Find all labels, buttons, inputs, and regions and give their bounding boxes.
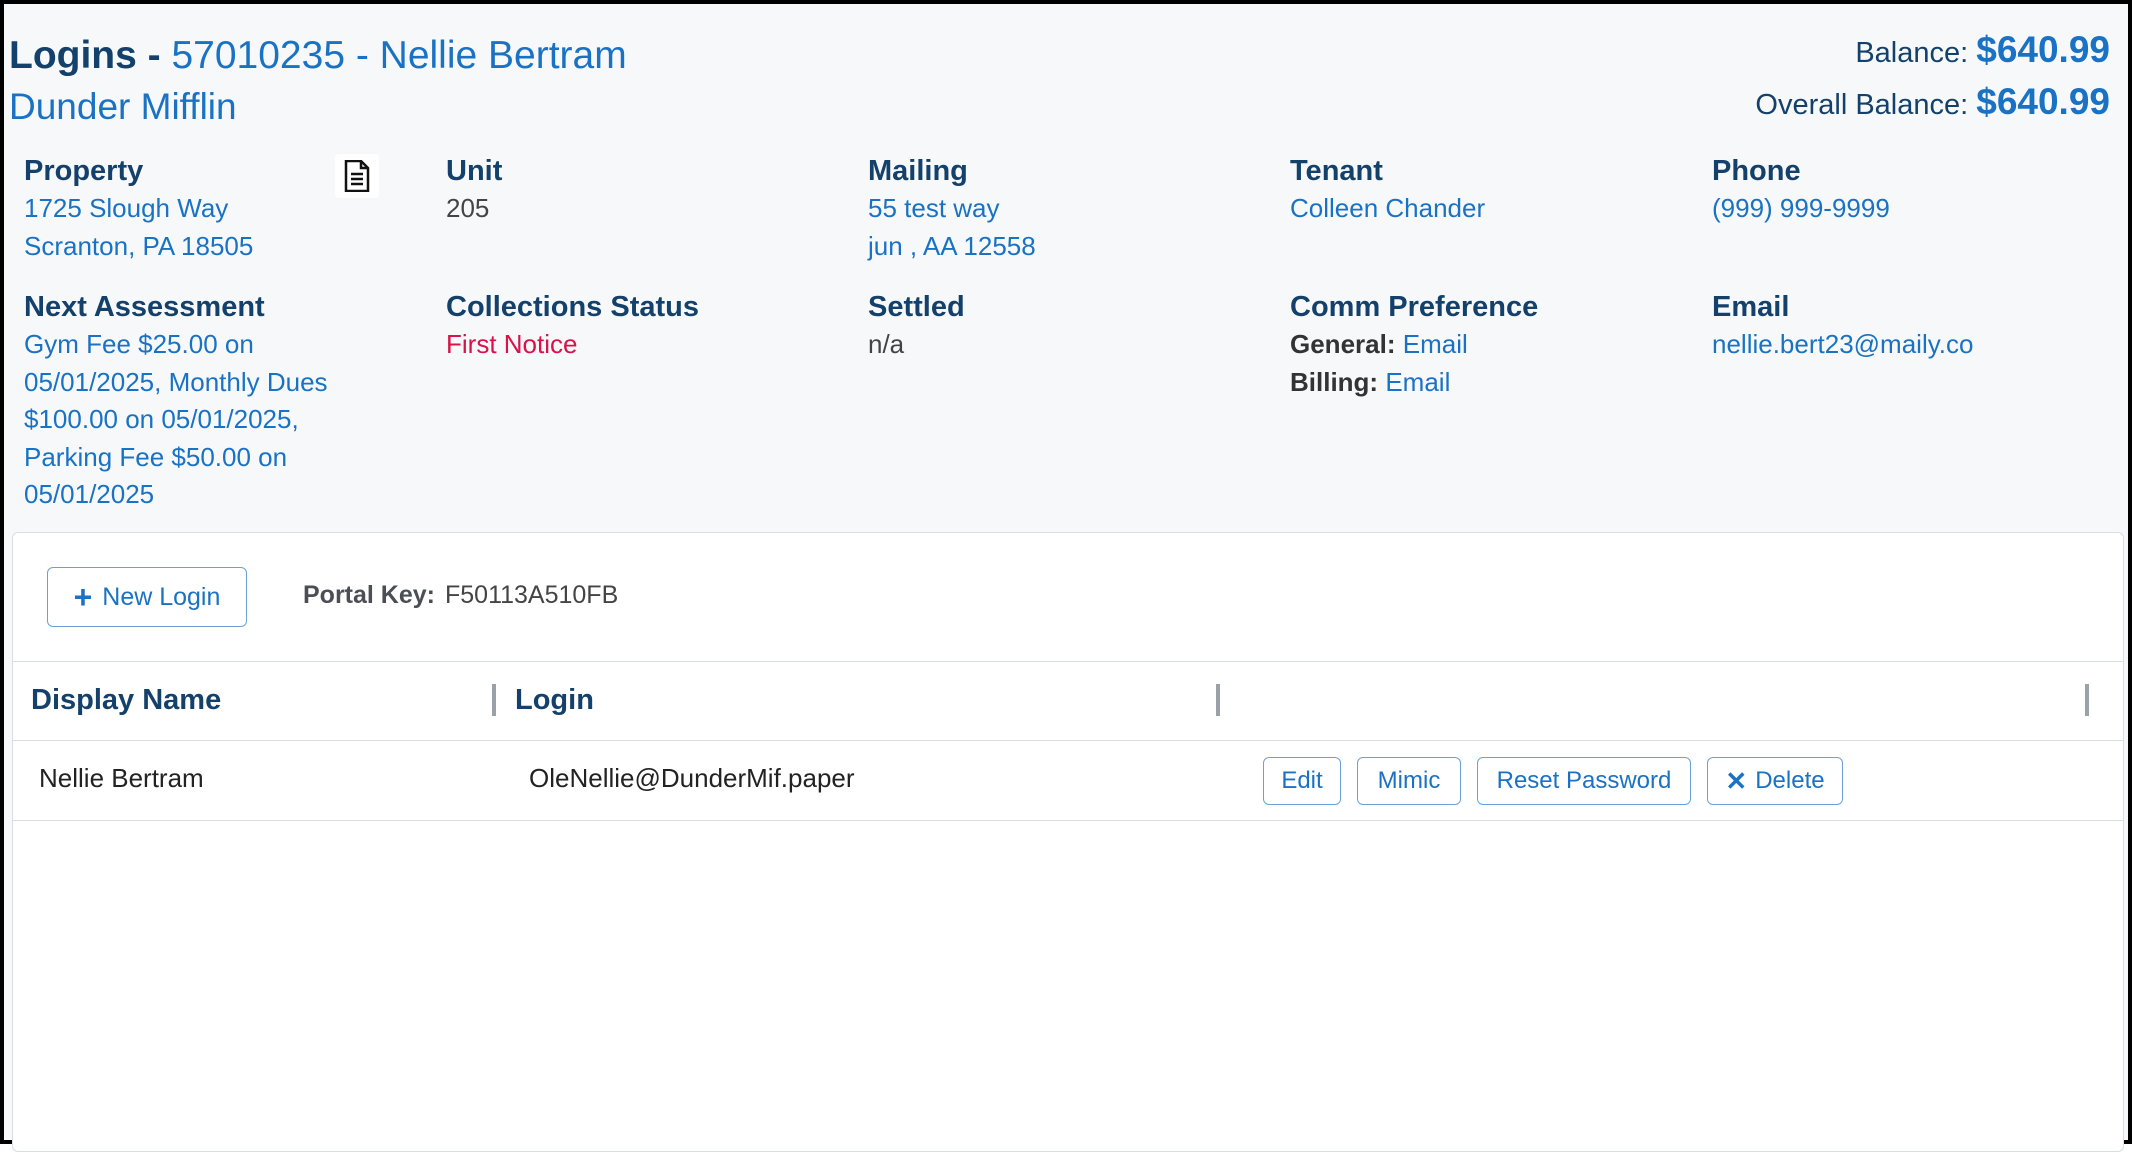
delete-button[interactable]: ✕ Delete: [1707, 757, 1843, 805]
logins-table-header: Display Name Login: [13, 661, 2123, 741]
portal-key-value: F50113A510FB: [444, 581, 619, 609]
delete-button-label: Delete: [1755, 767, 1825, 794]
unit-info: Unit 205: [446, 152, 502, 228]
settled-label: Settled: [868, 291, 965, 323]
overall-balance: Overall Balance: $640.99: [1755, 80, 2110, 127]
mailing-info: Mailing 55 test way jun , AA 12558: [868, 152, 1036, 265]
page-title: Logins - 57010235 - Nellie Bertram: [9, 32, 627, 80]
portal-key: Portal Key: F50113A510FB: [303, 581, 618, 610]
next-assessment-line[interactable]: Gym Fee $25.00 on: [24, 326, 404, 364]
column-resize-handle[interactable]: [2085, 684, 2089, 716]
tenant-link[interactable]: Colleen Chander: [1290, 190, 1485, 228]
column-header-login[interactable]: Login: [515, 684, 594, 717]
collections-label: Collections Status: [446, 291, 699, 323]
email-info: Email nellie.bert23@maily.co: [1712, 288, 1973, 364]
balance-value[interactable]: $640.99: [1976, 29, 2110, 70]
comm-general-label: General:: [1290, 329, 1396, 359]
phone-label: Phone: [1712, 155, 1801, 187]
portal-key-label: Portal Key:: [303, 581, 435, 609]
logins-page: Logins - 57010235 - Nellie Bertram Dunde…: [0, 0, 2132, 1152]
logins-panel: + New Login Portal Key: F50113A510FB Disp…: [12, 532, 2124, 1152]
email-link[interactable]: nellie.bert23@maily.co: [1712, 326, 1973, 364]
reset-password-button-label: Reset Password: [1496, 767, 1672, 794]
document-icon[interactable]: [335, 154, 379, 198]
next-assessment-line[interactable]: 05/01/2025: [24, 476, 404, 514]
property-address-line1[interactable]: 1725 Slough Way: [24, 190, 253, 228]
next-assessment-line[interactable]: 05/01/2025, Monthly Dues: [24, 364, 404, 402]
column-header-display-name[interactable]: Display Name: [31, 684, 221, 717]
account-link[interactable]: 57010235 - Nellie Bertram: [171, 34, 626, 77]
mimic-button[interactable]: Mimic: [1357, 757, 1461, 805]
close-icon: ✕: [1725, 766, 1748, 796]
plus-icon: +: [73, 579, 93, 615]
row-display-name: Nellie Bertram: [39, 763, 204, 793]
new-login-button[interactable]: + New Login: [47, 567, 247, 627]
unit-value: 205: [446, 193, 490, 223]
page-title-prefix: Logins -: [9, 34, 172, 77]
comm-preference-info: Comm Preference General: Email Billing: …: [1290, 288, 1538, 401]
collections-status-value: First Notice: [446, 329, 578, 359]
settled-info: Settled n/a: [868, 288, 965, 364]
next-assessment-label: Next Assessment: [24, 291, 265, 323]
balance: Balance: $640.99: [1855, 28, 2110, 75]
overall-balance-value[interactable]: $640.99: [1976, 81, 2110, 122]
comm-preference-label: Comm Preference: [1290, 291, 1539, 323]
edit-button-label: Edit: [1281, 767, 1323, 794]
comm-billing-value[interactable]: Email: [1385, 367, 1450, 397]
phone-info: Phone (999) 999-9999: [1712, 152, 1890, 228]
email-label: Email: [1712, 291, 1790, 323]
property-info: Property 1725 Slough Way Scranton, PA 18…: [24, 152, 253, 265]
edit-button[interactable]: Edit: [1263, 757, 1341, 805]
comm-general-value[interactable]: Email: [1403, 329, 1468, 359]
tenant-label: Tenant: [1290, 155, 1383, 187]
page-header: Logins - 57010235 - Nellie Bertram Dunde…: [4, 4, 2128, 127]
column-resize-handle[interactable]: [492, 684, 496, 716]
balance-label: Balance:: [1855, 37, 1977, 69]
table-row: Nellie Bertram OleNellie@DunderMif.paper…: [13, 741, 2123, 821]
next-assessment-line[interactable]: $100.00 on 05/01/2025,: [24, 401, 404, 439]
property-address-line2[interactable]: Scranton, PA 18505: [24, 228, 253, 266]
property-label: Property: [24, 155, 144, 187]
mailing-label: Mailing: [868, 155, 968, 187]
settled-value: n/a: [868, 329, 905, 359]
next-assessment-line[interactable]: Parking Fee $50.00 on: [24, 439, 404, 477]
collections-info: Collections Status First Notice: [446, 288, 699, 364]
new-login-label: New Login: [102, 582, 221, 611]
comm-billing: Billing: Email: [1290, 364, 1538, 402]
company-link[interactable]: Dunder Mifflin: [9, 84, 237, 130]
mimic-button-label: Mimic: [1377, 767, 1441, 794]
mailing-address-line2[interactable]: jun , AA 12558: [868, 228, 1036, 266]
mailing-address-line1[interactable]: 55 test way: [868, 190, 1036, 228]
overall-balance-label: Overall Balance:: [1755, 89, 1977, 121]
tenant-info: Tenant Colleen Chander: [1290, 152, 1485, 228]
reset-password-button[interactable]: Reset Password: [1477, 757, 1691, 805]
next-assessment-info: Next Assessment Gym Fee $25.00 on 05/01/…: [24, 288, 404, 514]
phone-link[interactable]: (999) 999-9999: [1712, 190, 1890, 228]
comm-billing-label: Billing:: [1290, 366, 1379, 397]
comm-general: General: Email: [1290, 326, 1538, 364]
row-login: OleNellie@DunderMif.paper: [529, 763, 855, 793]
column-resize-handle[interactable]: [1216, 684, 1220, 716]
unit-label: Unit: [446, 155, 503, 187]
